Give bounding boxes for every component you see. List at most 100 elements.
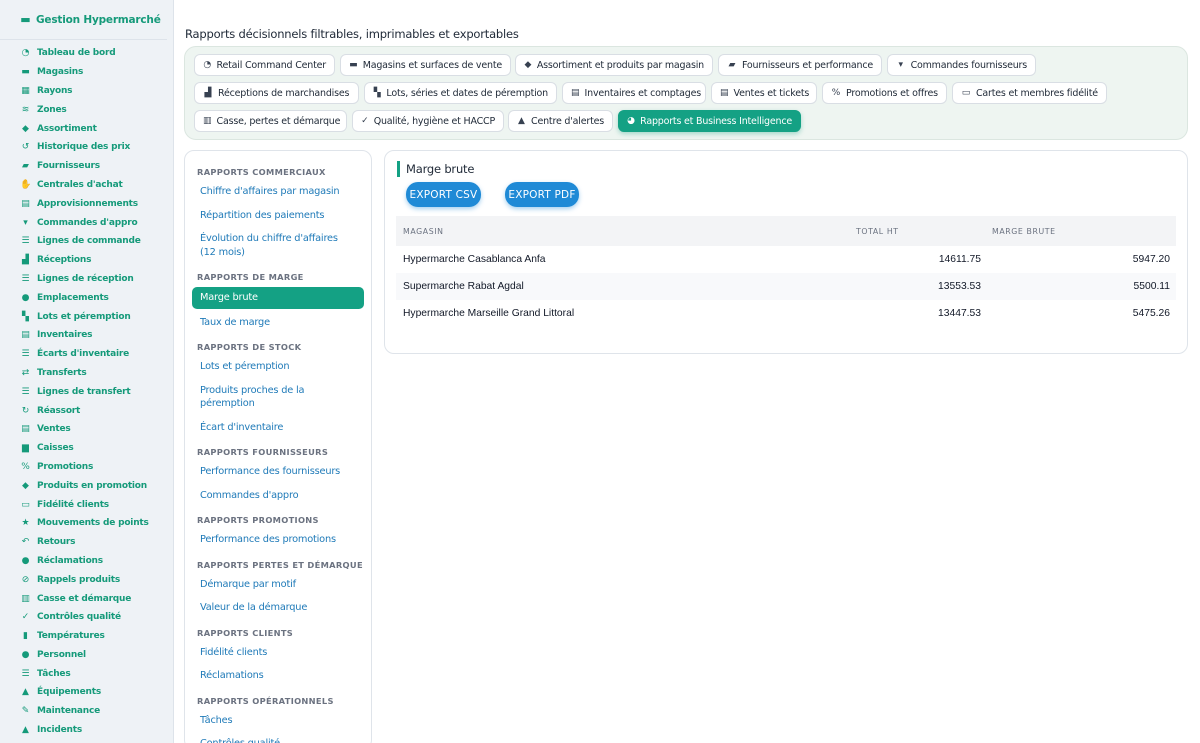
module-tab-label: Réceptions de marchandises [218,87,350,99]
sidebar-item[interactable]: ↶ Retours [0,533,173,552]
sidebar-item[interactable]: ◔ Tableau de bord [0,44,173,63]
sidebar-item-label: Personnel [37,649,86,660]
sidebar-item[interactable]: ▦ Rayons [0,82,173,101]
sidebar-item[interactable]: ↻ Réassort [0,401,173,420]
module-tab[interactable]: ▰ Fournisseurs et performance [718,54,882,76]
module-tab[interactable]: ▟ Réceptions de marchandises [194,82,359,104]
sidebar-item[interactable]: ▬ Magasins [0,63,173,82]
check-clipboard-icon: ✓ [361,116,369,126]
report-link[interactable]: Chiffre d'affaires par magasin [192,182,364,202]
sidebar-item[interactable]: ▤ Inventaires [0,326,173,345]
module-tab-label: Ventes et tickets [733,87,810,99]
sidebar-item[interactable]: ◆ Produits en promotion [0,476,173,495]
module-tab[interactable]: % Promotions et offres [822,82,947,104]
sidebar-item-label: Ventes [37,424,71,435]
sidebar-item[interactable]: ⊘ Rappels produits [0,570,173,589]
sidebar-item[interactable]: ☰ Lignes de transfert [0,382,173,401]
report-link[interactable]: Lots et péremption [192,357,364,377]
sidebar-item[interactable]: ● Emplacements [0,288,173,307]
sidebar-item-label: Températures [37,631,105,642]
report-link[interactable]: Produits proches de la péremption [192,381,364,414]
sidebar-item[interactable]: ▾ Commandes d'appro [0,213,173,232]
sidebar-item[interactable]: ▤ Approvisionnements [0,194,173,213]
sidebar-item-label: Mouvements de points [37,518,149,529]
sidebar-item[interactable]: ✋ Centrales d'achat [0,176,173,195]
sidebar-item[interactable]: ● Réclamations [0,552,173,571]
module-tab-label: Rapports et Business Intelligence [640,115,792,127]
module-tab[interactable]: ✓ Qualité, hygiène et HACCP [352,110,504,132]
report-link[interactable]: Tâches [192,711,364,731]
module-tab-label: Assortiment et produits par magasin [536,59,704,71]
module-tab[interactable]: ◕ Rapports et Business Intelligence [618,110,801,132]
report-link[interactable]: Répartition des paiements [192,206,364,226]
sidebar-item[interactable]: ▚ Lots et péremption [0,307,173,326]
sidebar-item-label: Rappels produits [37,574,121,585]
sidebar-item[interactable]: ≋ Zones [0,100,173,119]
report-link[interactable]: Évolution du chiffre d'affaires (12 mois… [192,229,364,262]
report-link[interactable]: Démarque par motif [192,575,364,595]
report-link[interactable]: Valeur de la démarque [192,598,364,618]
sidebar-item[interactable]: ▟ Réceptions [0,251,173,270]
report-link[interactable]: Commandes d'appro [192,486,364,506]
module-tab[interactable]: ▲ Centre d'alertes [508,110,613,132]
export-csv-button[interactable]: EXPORT CSV [406,182,481,207]
sidebar-item[interactable]: ▆ Caisses [0,439,173,458]
report-link[interactable]: Performance des promotions [192,530,364,550]
sidebar-item-label: Promotions [37,461,94,472]
id-card-icon: ▭ [961,88,971,98]
sidebar-item-label: Casse et démarque [37,593,132,604]
sidebar-item[interactable]: ▥ Casse et démarque [0,589,173,608]
module-tab[interactable]: ◆ Assortiment et produits par magasin [515,54,713,76]
export-pdf-button[interactable]: EXPORT PDF [505,182,579,207]
sidebar-item[interactable]: ▰ Fournisseurs [0,157,173,176]
sidebar-item[interactable]: ☰ Lignes de réception [0,270,173,289]
sidebar-item[interactable]: ▲ Équipements [0,683,173,702]
sidebar-item[interactable]: ● Personnel [0,646,173,665]
report-section-title: Rapports de stock [197,342,302,352]
sidebar-item[interactable]: ▤ Ventes [0,420,173,439]
module-tab-label: Casse, pertes et démarque [216,115,341,127]
sidebar-item[interactable]: ▭ Fidélité clients [0,495,173,514]
report-link[interactable]: Taux de marge [192,313,364,333]
report-link[interactable]: Marge brute [192,287,364,309]
sidebar-item[interactable]: ◆ Assortiment [0,119,173,138]
report-link[interactable]: Réclamations [192,666,364,686]
sidebar-item-label: Incidents [37,725,82,736]
sidebar-item-label: Lignes de transfert [37,386,131,397]
module-tab[interactable]: ▥ Casse, pertes et démarque [194,110,347,132]
report-link[interactable]: Contrôles qualité [192,734,364,743]
sidebar-item[interactable]: % Promotions [0,458,173,477]
module-tab[interactable]: ▬ Magasins et surfaces de vente [340,54,511,76]
report-link[interactable]: Fidélité clients [192,643,364,663]
column-header-marge-brute[interactable]: Marge brute [992,227,1056,236]
sidebar-item[interactable]: ⇄ Transferts [0,364,173,383]
report-link[interactable]: Performance des fournisseurs [192,462,364,482]
sidebar-item[interactable]: ✓ Contrôles qualité [0,608,173,627]
module-tab[interactable]: ▾ Commandes fournisseurs [887,54,1036,76]
module-tab[interactable]: ▭ Cartes et membres fidélité [952,82,1107,104]
sidebar-item[interactable]: ▮ Températures [0,627,173,646]
sidebar-item[interactable]: ↺ Historique des prix [0,138,173,157]
sidebar-item[interactable]: ☰ Tâches [0,664,173,683]
sidebar-item[interactable]: ▲ Incidents [0,721,173,740]
brand[interactable]: ▬ Gestion Hypermarché [0,0,167,40]
sidebar-item[interactable]: ✎ Maintenance [0,702,173,721]
module-tab[interactable]: ▤ Inventaires et comptages [562,82,706,104]
report-panel: Marge brute EXPORT CSV EXPORT PDF Magasi… [384,150,1188,354]
column-header-total-ht[interactable]: Total HT [856,227,899,236]
report-link[interactable]: Écart d'inventaire [192,418,364,438]
trash-icon: ▥ [203,116,212,126]
clipboard-icon: ▤ [21,198,30,209]
truck-icon: ▰ [22,161,29,172]
module-tab[interactable]: ▚ Lots, séries et dates de péremption [364,82,557,104]
bell-icon: ▲ [518,116,525,126]
sidebar-item[interactable]: ☰ Écarts d'inventaire [0,345,173,364]
column-header-magasin[interactable]: Magasin [403,227,444,236]
module-tab[interactable]: ▤ Ventes et tickets [711,82,817,104]
list-icon: ☰ [21,349,30,360]
module-tab[interactable]: ◔ Retail Command Center [194,54,335,76]
sidebar-item-label: Commandes d'appro [37,217,138,228]
table-row: Hypermarche Casablanca Anfa 14611.75 5947.… [396,246,1176,273]
sidebar-item[interactable]: ☰ Lignes de commande [0,232,173,251]
sidebar-item[interactable]: ★ Mouvements de points [0,514,173,533]
